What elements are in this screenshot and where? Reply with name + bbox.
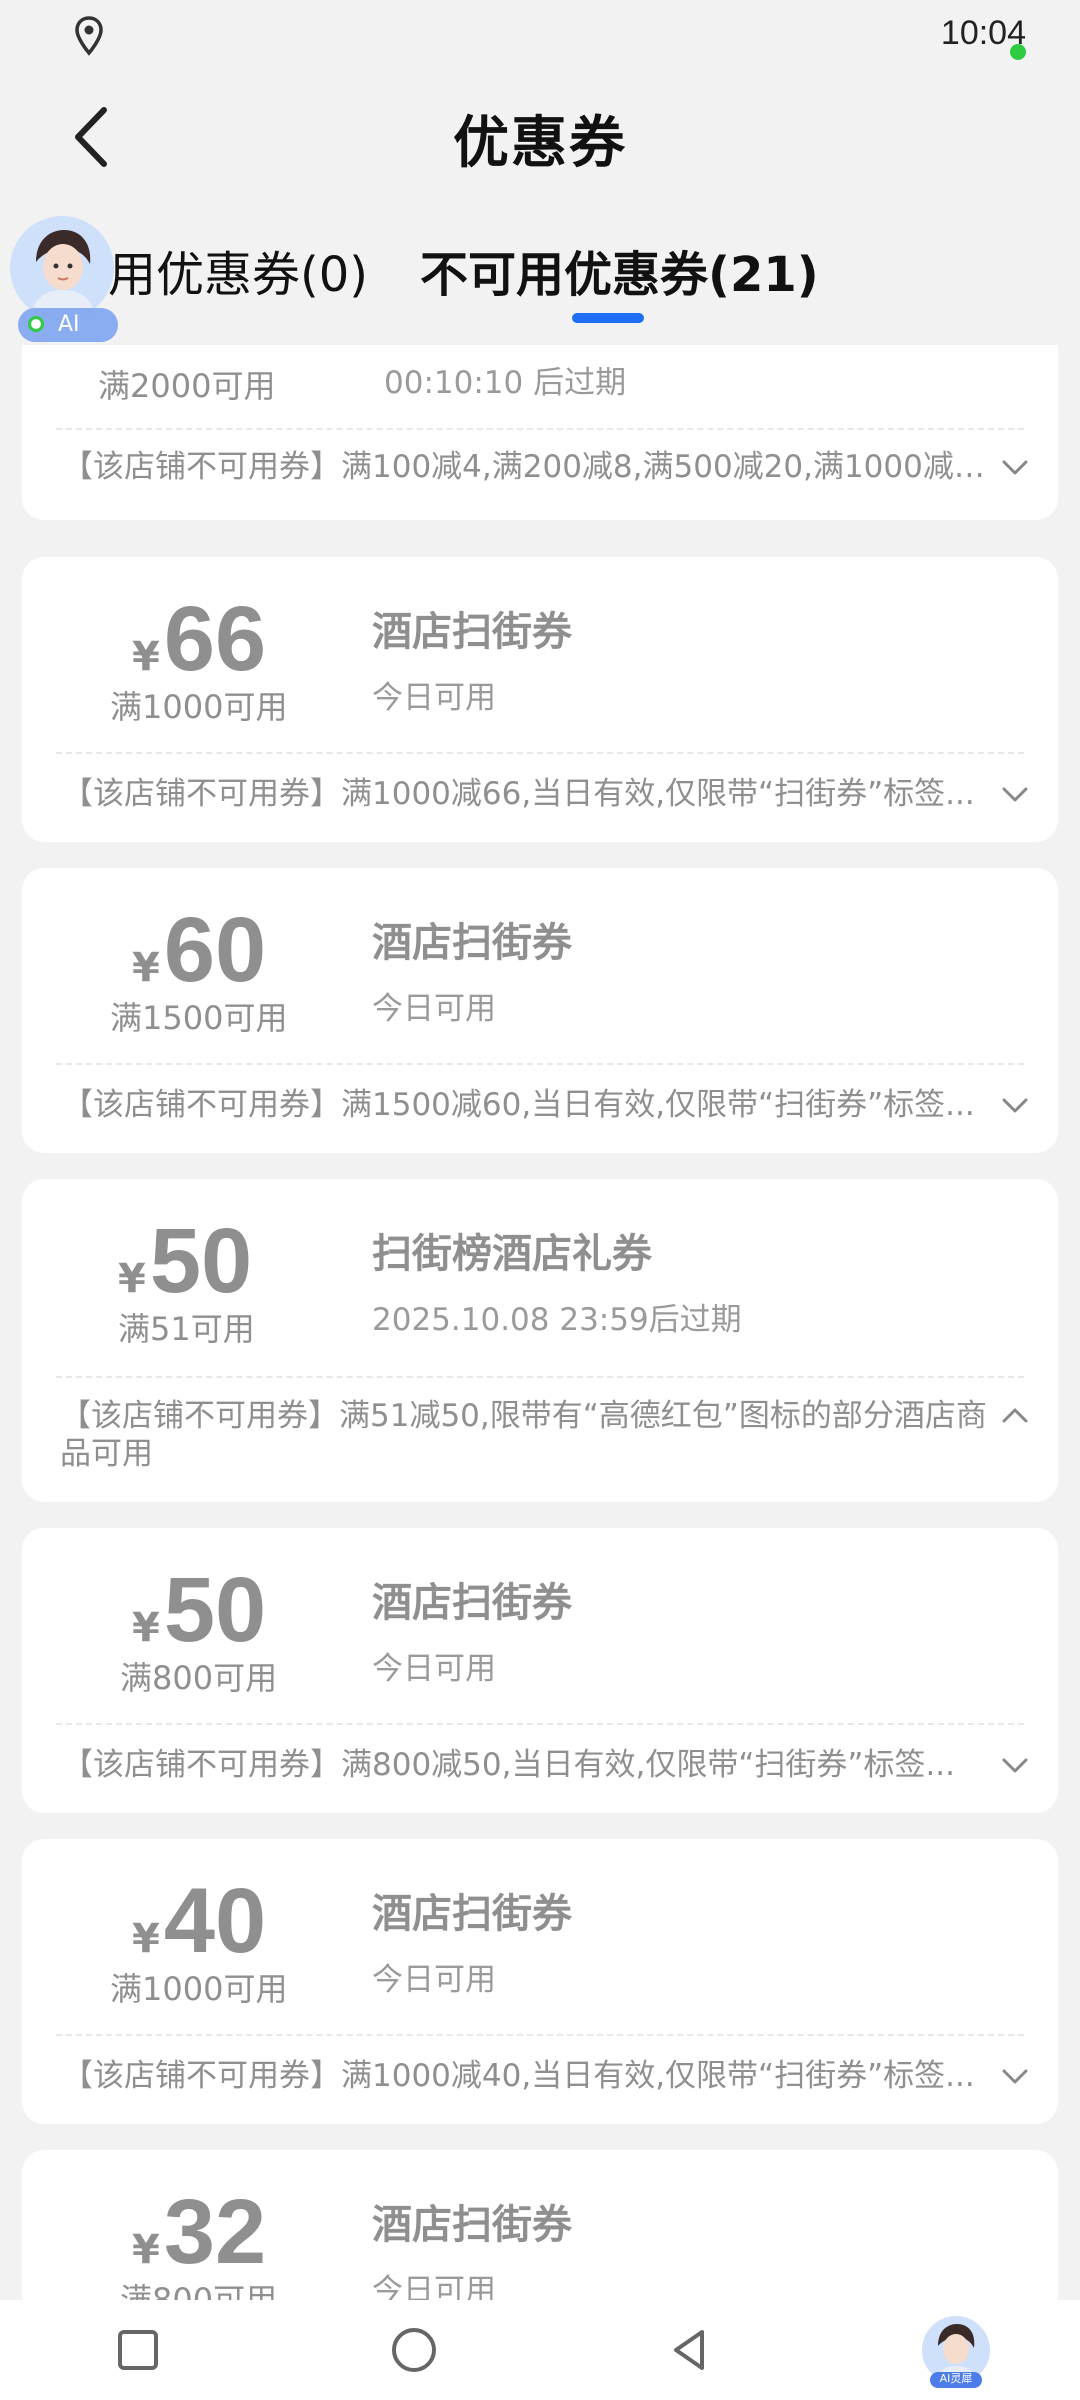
coupon-validity: 2025.10.08 23:59后过期	[372, 1302, 742, 1338]
coupon-card[interactable]: ¥66 满1000可用 酒店扫街券 今日可用 【该店铺不可用券】满1000减66…	[22, 557, 1058, 842]
coupon-name: 酒店扫街券	[372, 2202, 572, 2248]
privacy-indicator-dot	[1010, 44, 1026, 60]
coupon-threshold: 满1000可用	[110, 1970, 288, 2008]
active-tab-indicator	[572, 313, 644, 323]
page-title: 优惠券	[453, 111, 627, 176]
coupon-card[interactable]: ¥32 满800可用 酒店扫街券 今日可用	[22, 2150, 1058, 2300]
coupon-amount: ¥60	[132, 899, 267, 1001]
coupon-card[interactable]: ¥50 满51可用 扫街榜酒店礼券 2025.10.08 23:59后过期 【该…	[22, 1179, 1058, 1502]
coupon-threshold: 满2000可用	[98, 367, 276, 405]
coupon-card[interactable]: ¥88 满2000可用 00:10:10 后过期 【该店铺不可用券】满100减4…	[22, 345, 1058, 520]
coupon-description: 【该店铺不可用券】满100减4,满200减8,满500减20,满1000减4..…	[62, 449, 997, 485]
ai-nav-label: AI灵犀	[939, 2372, 973, 2385]
card-divider	[56, 1723, 1024, 1725]
coupon-list[interactable]: ¥88 满2000可用 00:10:10 后过期 【该店铺不可用券】满100减4…	[0, 345, 1080, 2300]
coupon-card[interactable]: ¥50 满800可用 酒店扫街券 今日可用 【该店铺不可用券】满800减50,当…	[22, 1528, 1058, 1813]
card-divider	[56, 1376, 1024, 1378]
chevron-down-icon[interactable]	[998, 777, 1032, 811]
coupon-validity: 00:10:10 后过期	[384, 365, 627, 401]
coupon-card[interactable]: ¥60 满1500可用 酒店扫街券 今日可用 【该店铺不可用券】满1500减60…	[22, 868, 1058, 1153]
coupon-description: 【该店铺不可用券】满1000减66,当日有效,仅限带“扫街券”标签...	[62, 776, 975, 812]
status-bar: 10:04	[0, 0, 1080, 70]
circle-icon[interactable]	[386, 2322, 442, 2378]
triangle-back-icon[interactable]	[662, 2322, 718, 2378]
ai-assistant-nav-button[interactable]: AI灵犀	[920, 2314, 992, 2390]
coupon-description: 【该店铺不可用券】满51减50,限带有“高德红包”图标的部分酒店商品可用	[60, 1398, 987, 1472]
square-icon[interactable]	[110, 2322, 166, 2378]
coupon-validity: 今日可用	[372, 991, 496, 1027]
coupon-name: 酒店扫街券	[372, 920, 572, 966]
coupon-name: 酒店扫街券	[372, 1891, 572, 1937]
coupon-threshold: 满800可用	[120, 1659, 278, 1697]
ai-badge-label: AI	[58, 312, 80, 337]
location-pin-icon	[75, 16, 103, 56]
card-divider	[56, 428, 1024, 430]
ai-status-dot	[28, 316, 44, 332]
chevron-down-icon[interactable]	[998, 450, 1032, 484]
coupon-description: 【该店铺不可用券】满1500减60,当日有效,仅限带“扫街券”标签...	[62, 1087, 975, 1123]
coupon-description: 【该店铺不可用券】满1000减40,当日有效,仅限带“扫街券”标签...	[62, 2058, 975, 2094]
card-divider	[56, 2034, 1024, 2036]
ai-badge: AI	[18, 308, 118, 342]
coupon-amount: ¥66	[132, 588, 267, 690]
coupon-threshold: 满51可用	[118, 1310, 255, 1348]
coupon-description: 【该店铺不可用券】满800减50,当日有效,仅限带“扫街券”标签...	[62, 1747, 956, 1783]
ai-assistant-float-button[interactable]: AI	[6, 212, 118, 342]
coupon-amount: ¥50	[132, 1559, 267, 1661]
coupon-name: 扫街榜酒店礼券	[372, 1231, 652, 1277]
coupon-validity: 今日可用	[372, 2273, 496, 2300]
coupon-tabs: 可用优惠券(0) 不可用优惠券(21)	[0, 205, 1080, 335]
chevron-down-icon[interactable]	[998, 1088, 1032, 1122]
coupon-amount: ¥40	[132, 1870, 267, 1972]
coupon-amount: ¥50	[118, 1210, 253, 1312]
coupon-threshold: 满800可用	[120, 2281, 278, 2300]
system-nav-bar: AI灵犀	[0, 2300, 1080, 2400]
chevron-down-icon[interactable]	[998, 1748, 1032, 1782]
card-divider	[56, 1063, 1024, 1065]
coupon-validity: 今日可用	[372, 1651, 496, 1687]
chevron-down-icon[interactable]	[998, 2059, 1032, 2093]
tab-unavailable-coupons[interactable]: 不可用优惠券(21)	[420, 235, 819, 305]
coupon-name: 酒店扫街券	[372, 1580, 572, 1626]
coupon-name: 酒店扫街券	[372, 609, 572, 655]
coupon-amount: ¥32	[132, 2181, 267, 2283]
card-divider	[56, 752, 1024, 754]
coupon-threshold: 满1000可用	[110, 688, 288, 726]
chevron-up-icon[interactable]	[998, 1399, 1032, 1433]
header: 优惠券	[0, 80, 1080, 190]
coupon-validity: 今日可用	[372, 680, 496, 716]
coupon-validity: 今日可用	[372, 1962, 496, 1998]
coupon-card[interactable]: ¥40 满1000可用 酒店扫街券 今日可用 【该店铺不可用券】满1000减40…	[22, 1839, 1058, 2124]
coupon-threshold: 满1500可用	[110, 999, 288, 1037]
